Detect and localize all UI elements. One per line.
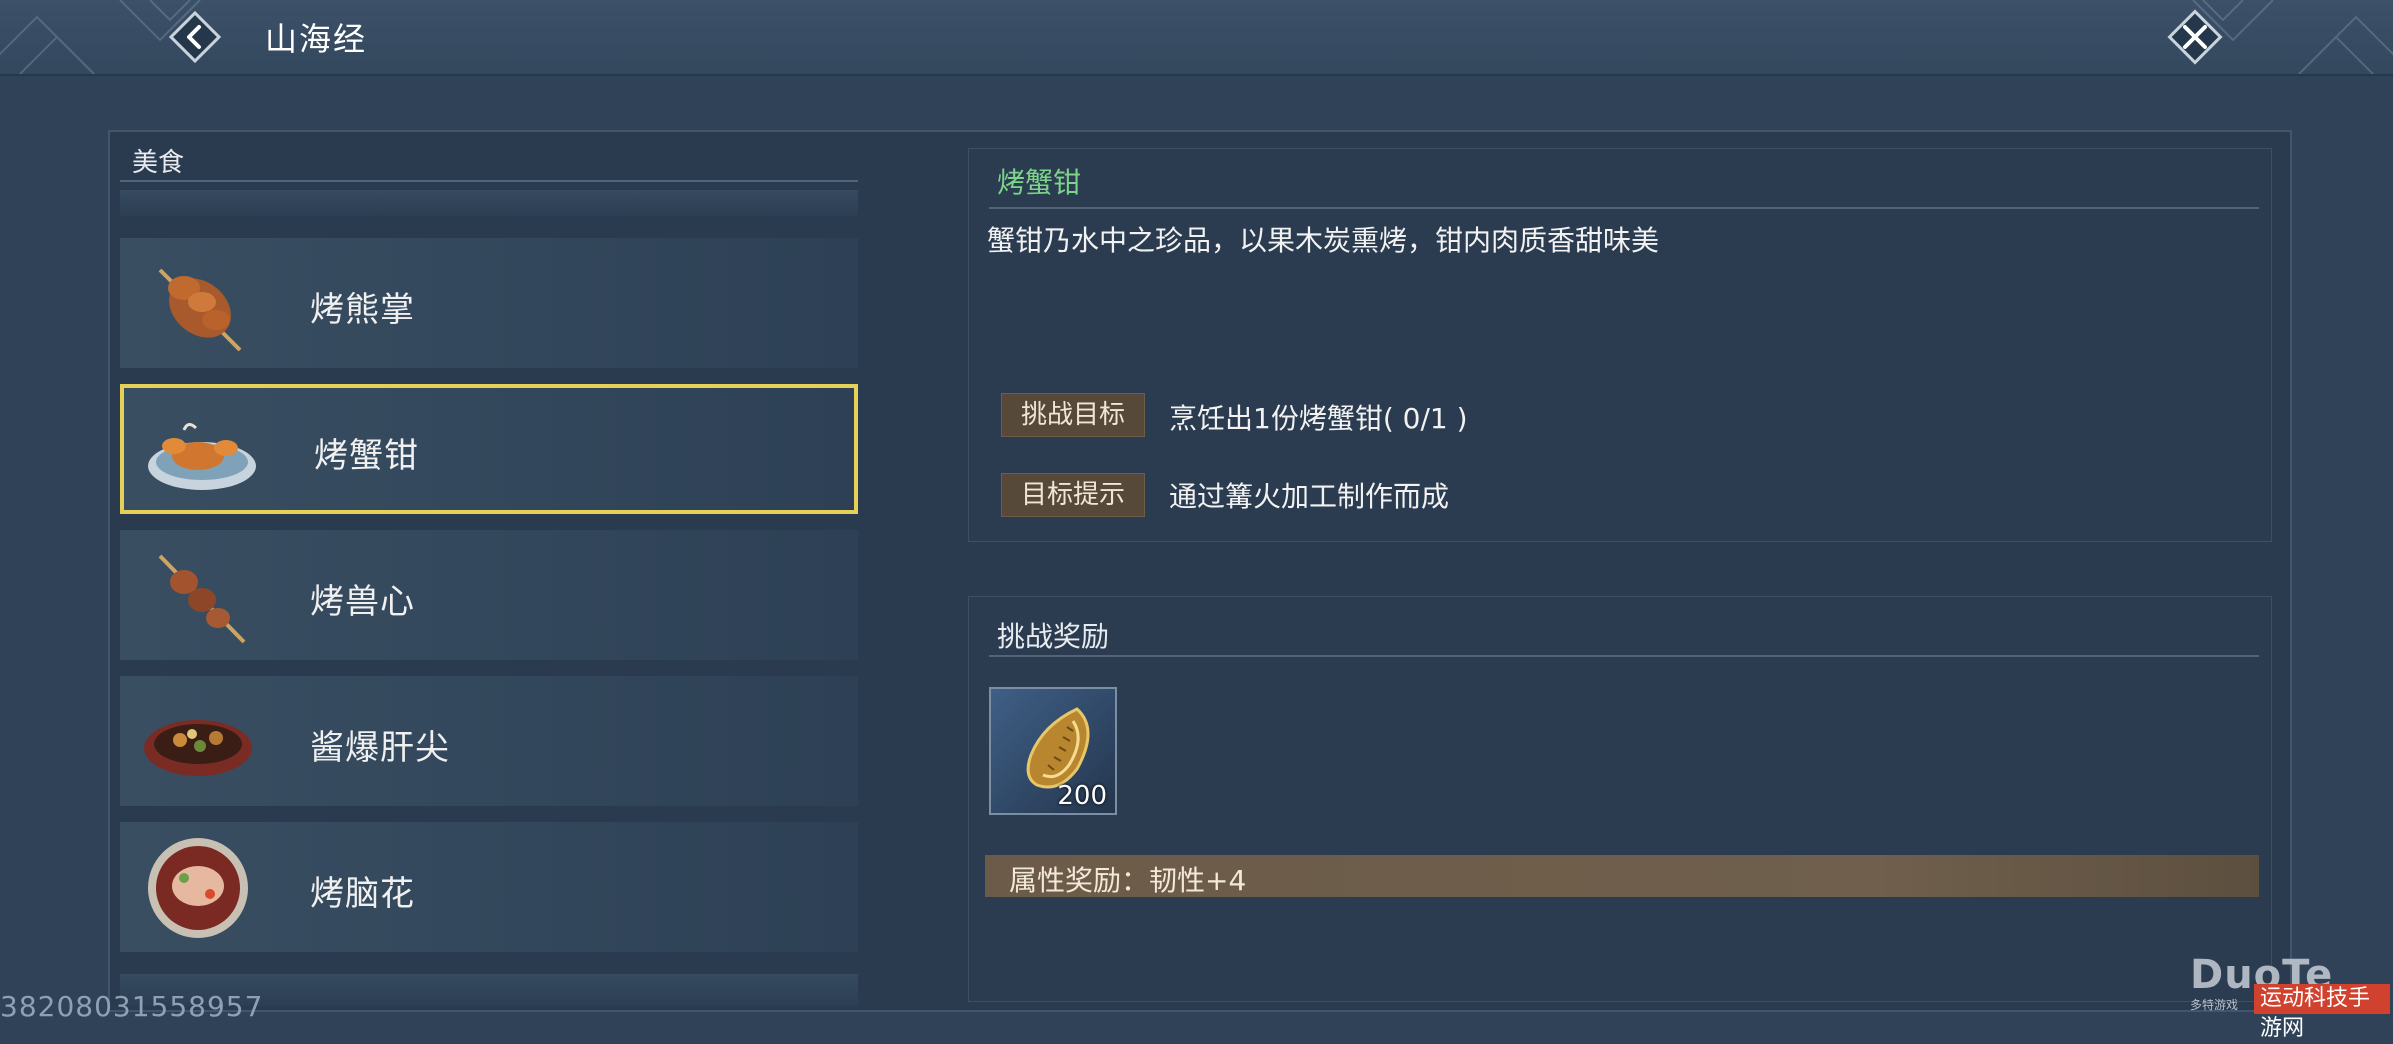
list-item-roasted-brain[interactable]: 烤脑花 bbox=[120, 822, 858, 952]
reward-panel: 挑战奖励 200 属性奖励：韧性+4 bbox=[968, 596, 2272, 1002]
food-name: 烤兽心 bbox=[310, 582, 415, 622]
divider bbox=[989, 655, 2259, 657]
item-count: 200 bbox=[1057, 781, 1107, 811]
food-list-panel[interactable]: 美食 烤熊掌 烤蟹钳 烤兽心 酱爆肝尖 烤脑花 bbox=[110, 132, 858, 1006]
list-item-sauce-fried-liver[interactable]: 酱爆肝尖 bbox=[120, 676, 858, 806]
list-item-roasted-beast-heart[interactable]: 烤兽心 bbox=[120, 530, 858, 660]
detail-title: 烤蟹钳 bbox=[997, 166, 1082, 199]
divider bbox=[989, 207, 2259, 209]
challenge-tag: 挑战目标 bbox=[1001, 393, 1145, 437]
player-id: 38208031558957 bbox=[0, 990, 264, 1023]
food-name: 烤熊掌 bbox=[310, 290, 415, 330]
food-name: 烤脑花 bbox=[310, 874, 415, 914]
attribute-reward-text: 属性奖励：韧性+4 bbox=[1009, 864, 1247, 897]
close-button[interactable] bbox=[2165, 7, 2225, 67]
list-item-roasted-crab-claw[interactable]: 烤蟹钳 bbox=[120, 384, 858, 514]
watermark-sub: 多特游戏 bbox=[2190, 998, 2239, 1012]
list-item-roasted-bear-paw[interactable]: 烤熊掌 bbox=[120, 238, 858, 368]
top-bar: 山海经 bbox=[0, 0, 2393, 76]
roasted-bear-paw-icon bbox=[158, 268, 242, 352]
close-icon bbox=[2167, 9, 2223, 65]
back-button[interactable] bbox=[168, 10, 222, 64]
reward-item-slot[interactable]: 200 bbox=[989, 687, 1117, 815]
list-item-partial[interactable] bbox=[120, 190, 858, 216]
watermark: DuoTe 运动科技手游网 多特游戏 bbox=[2190, 952, 2390, 1041]
decorative-pattern bbox=[0, 0, 201, 74]
category-label: 美食 bbox=[132, 148, 185, 178]
detail-description: 蟹钳乃水中之珍品，以果木炭熏烤，钳内肉质香甜味美 bbox=[987, 224, 1660, 257]
back-arrow-icon bbox=[168, 10, 222, 64]
watermark-badge: 运动科技手游网 bbox=[2254, 984, 2390, 1041]
detail-panel: 烤蟹钳 蟹钳乃水中之珍品，以果木炭熏烤，钳内肉质香甜味美 挑战目标 烹饪出1份烤… bbox=[968, 148, 2272, 542]
hint-value: 通过篝火加工制作而成 bbox=[1169, 480, 1450, 513]
page-title: 山海经 bbox=[265, 20, 368, 58]
decorative-pattern bbox=[2192, 0, 2393, 74]
roasted-crab-claw-icon bbox=[148, 423, 256, 490]
hint-tag: 目标提示 bbox=[1001, 473, 1145, 517]
food-name: 烤蟹钳 bbox=[314, 436, 419, 476]
challenge-value: 烹饪出1份烤蟹钳( 0/1 ) bbox=[1169, 402, 1468, 435]
reward-title: 挑战奖励 bbox=[997, 620, 1110, 653]
roasted-brain-icon bbox=[148, 838, 248, 938]
sauce-fried-liver-icon bbox=[144, 720, 252, 776]
attribute-reward-bar: 属性奖励：韧性+4 bbox=[985, 855, 2259, 897]
divider bbox=[120, 180, 858, 182]
roasted-beast-heart-icon bbox=[158, 554, 246, 644]
food-name: 酱爆肝尖 bbox=[310, 728, 450, 768]
